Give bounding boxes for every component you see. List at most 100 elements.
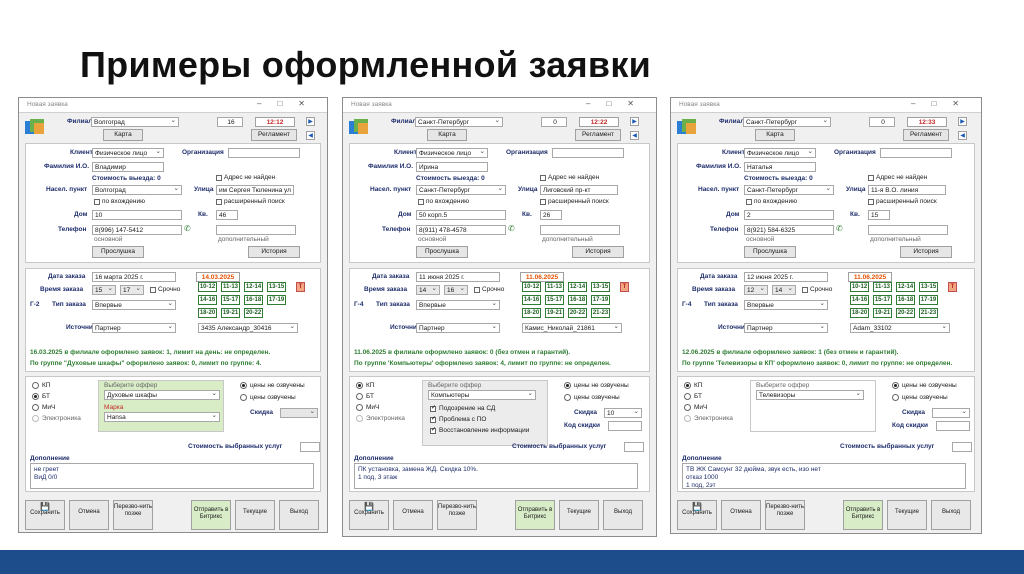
time-slot[interactable]: 17-19 (919, 295, 938, 305)
electronics-radio[interactable] (32, 415, 39, 422)
electronics-radio[interactable] (356, 415, 363, 422)
send-bitrix-button[interactable]: Отправить в Битрикс (515, 500, 555, 530)
current-button[interactable]: Текущие (887, 500, 927, 530)
addition-textarea[interactable]: не греет ВиД 0/0 (30, 463, 314, 489)
time-slot[interactable]: 14-16 (198, 295, 217, 305)
time-slot[interactable]: 10-12 (198, 282, 217, 292)
time-to-select[interactable]: 17 (120, 285, 144, 295)
time-slot[interactable]: 17-19 (591, 295, 610, 305)
send-bitrix-button[interactable]: Отправить в Битрикс (843, 500, 883, 530)
prices-voiced-radio[interactable] (892, 394, 899, 401)
current-button[interactable]: Текущие (235, 500, 275, 530)
addition-textarea[interactable]: ТВ ЖК Самсунг 32 дюйма, звук есть, изо н… (682, 463, 966, 489)
time-slot[interactable]: 18-20 (198, 308, 217, 318)
services-cost-field[interactable] (952, 442, 972, 452)
order-date-field[interactable]: 11 июня 2025 г. (416, 272, 500, 282)
window-controls[interactable]: –□✕ (257, 99, 321, 108)
time-slot[interactable]: 18-20 (850, 308, 869, 318)
time-to-select[interactable]: 14 (772, 285, 796, 295)
client-select[interactable]: Физическое лицо (744, 148, 816, 158)
time-slot[interactable]: 16-18 (244, 295, 263, 305)
prices-not-voiced-radio[interactable] (892, 382, 899, 389)
order-date-field[interactable]: 12 июня 2025 г. (744, 272, 828, 282)
fio-field[interactable]: Владимир (92, 162, 164, 172)
exit-button[interactable]: Выход (603, 500, 643, 530)
counter-field[interactable]: 0 (869, 117, 895, 127)
time-slot[interactable]: 15-17 (545, 295, 564, 305)
time-slot[interactable]: 11-13 (221, 282, 240, 292)
extended-search-checkbox[interactable] (216, 199, 222, 205)
order-type-select[interactable]: Впервые (416, 300, 500, 310)
time-slot[interactable]: 11-13 (873, 282, 892, 292)
extended-search-checkbox[interactable] (540, 199, 546, 205)
offer-checkbox[interactable] (430, 426, 436, 434)
kp-radio[interactable] (32, 382, 39, 389)
listen-button[interactable]: Прослушка (416, 246, 468, 258)
time-slot[interactable]: 21-23 (919, 308, 938, 318)
source-agent-select[interactable]: Камис_Николай_21861 (522, 323, 622, 333)
history-button[interactable]: История (248, 246, 300, 258)
order-date-field[interactable]: 16 марта 2025 г. (92, 272, 176, 282)
offer-checkbox[interactable] (430, 404, 436, 412)
source-select[interactable]: Партнер (744, 323, 828, 333)
time-slot[interactable]: 19-21 (221, 308, 240, 318)
bt-radio[interactable] (32, 393, 39, 400)
reglament-button[interactable]: Регламент (903, 129, 949, 141)
addr-not-found-checkbox[interactable] (216, 175, 222, 181)
time-slot[interactable]: 16-18 (896, 295, 915, 305)
street-field[interactable]: Лиговский пр-кт (540, 185, 618, 195)
t-button[interactable]: Т (948, 282, 957, 292)
order-type-select[interactable]: Впервые (744, 300, 828, 310)
t-button[interactable]: Т (620, 282, 629, 292)
prices-not-voiced-radio[interactable] (564, 382, 571, 389)
city-select[interactable]: Волгоград (92, 185, 182, 195)
city-select[interactable]: Санкт-Петербург (744, 185, 834, 195)
next-arrow-icon[interactable]: ▶ (630, 117, 639, 126)
time-slot[interactable]: 17-19 (267, 295, 286, 305)
counter-field[interactable]: 0 (541, 117, 567, 127)
urgent-checkbox[interactable] (474, 287, 480, 293)
org-field[interactable] (880, 148, 952, 158)
client-select[interactable]: Физическое лицо (416, 148, 488, 158)
bt-radio[interactable] (356, 393, 363, 400)
time-slot[interactable]: 14-16 (850, 295, 869, 305)
mich-radio[interactable] (32, 404, 39, 411)
discount-code-field[interactable] (936, 421, 970, 431)
apt-field[interactable]: 26 (540, 210, 562, 220)
org-field[interactable] (552, 148, 624, 158)
filial-select[interactable]: Волгоград (91, 117, 179, 127)
call-later-button[interactable]: Перезво-нить позже (765, 500, 805, 530)
by-occurrence-checkbox[interactable] (418, 199, 424, 205)
prev-arrow-icon[interactable]: ◀ (630, 131, 639, 140)
time-slot[interactable]: 12-14 (244, 282, 263, 292)
time-slot[interactable]: 13-15 (919, 282, 938, 292)
fio-field[interactable]: Наталья (744, 162, 816, 172)
filial-select[interactable]: Санкт-Петербург (743, 117, 831, 127)
next-arrow-icon[interactable]: ▶ (958, 117, 967, 126)
exit-button[interactable]: Выход (279, 500, 319, 530)
addr-not-found-checkbox[interactable] (868, 175, 874, 181)
map-button[interactable]: Карта (427, 129, 467, 141)
discount-select[interactable] (280, 408, 318, 418)
time-slot[interactable]: 19-21 (545, 308, 564, 318)
listen-button[interactable]: Прослушка (92, 246, 144, 258)
discount-code-field[interactable] (608, 421, 642, 431)
save-button[interactable]: 💾 Сохранить (677, 500, 717, 530)
offer-select[interactable]: Духовые шкафы (104, 390, 220, 400)
reglament-button[interactable]: Регламент (251, 129, 297, 141)
time-slot[interactable]: 11-13 (545, 282, 564, 292)
urgent-checkbox[interactable] (150, 287, 156, 293)
save-button[interactable]: 💾 Сохранить (25, 500, 65, 530)
city-select[interactable]: Санкт-Петербург (416, 185, 506, 195)
prev-arrow-icon[interactable]: ◀ (958, 131, 967, 140)
time-slot[interactable]: 16-18 (568, 295, 587, 305)
time-slot[interactable]: 12-14 (568, 282, 587, 292)
house-field[interactable]: 50 корп.5 (416, 210, 506, 220)
counter-field[interactable]: 16 (217, 117, 243, 127)
phone-icon[interactable]: ✆ (836, 224, 843, 233)
map-button[interactable]: Карта (755, 129, 795, 141)
time-from-select[interactable]: 12 (744, 285, 768, 295)
by-occurrence-checkbox[interactable] (746, 199, 752, 205)
filial-select[interactable]: Санкт-Петербург (415, 117, 503, 127)
source-select[interactable]: Партнер (416, 323, 500, 333)
